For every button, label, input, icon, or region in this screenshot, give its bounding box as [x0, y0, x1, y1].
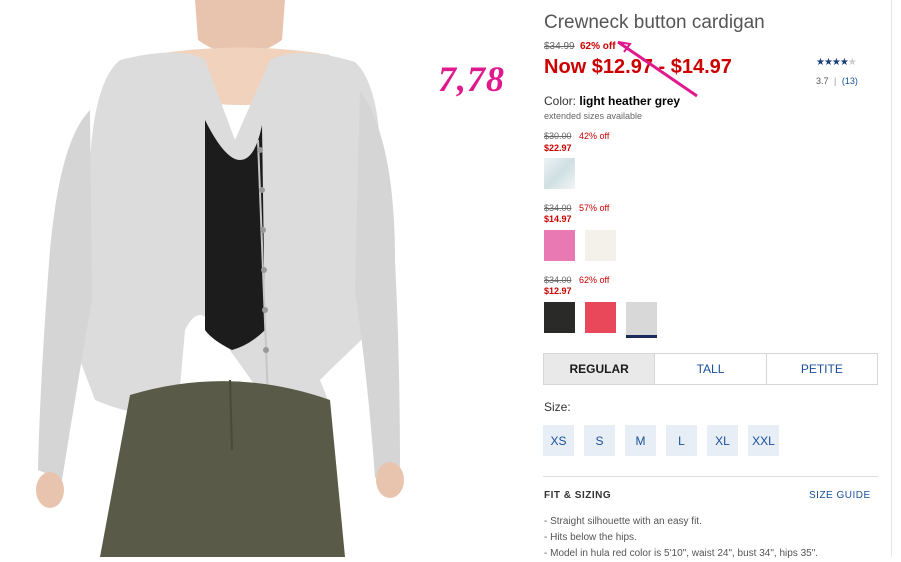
- size-button-xxl[interactable]: XXL: [748, 425, 779, 456]
- tab-regular[interactable]: REGULAR: [544, 354, 656, 384]
- section-divider: [543, 476, 878, 477]
- fit-sizing-heading[interactable]: FIT & SIZING: [544, 490, 611, 501]
- group-original-price: $34.00: [544, 275, 572, 285]
- discount-percent: 62% off: [580, 41, 616, 52]
- size-button-s[interactable]: S: [584, 425, 615, 456]
- extended-sizes-note: extended sizes available: [544, 111, 643, 121]
- star-rating[interactable]: ★★★★★: [816, 57, 857, 68]
- tab-petite[interactable]: PETITE: [767, 354, 877, 384]
- size-guide-link[interactable]: SIZE GUIDE: [809, 490, 871, 501]
- group-original-price: $30.00: [544, 131, 572, 141]
- selected-color-name: light heather grey: [579, 94, 681, 108]
- product-details-panel: Crewneck button cardigan $34.99 62% off …: [530, 0, 892, 559]
- size-options: XS S M L XL XXL: [543, 425, 779, 456]
- color-swatch[interactable]: [544, 302, 575, 333]
- size-button-l[interactable]: L: [666, 425, 697, 456]
- review-count-link[interactable]: (13): [842, 76, 858, 86]
- size-button-m[interactable]: M: [625, 425, 656, 456]
- size-button-xs[interactable]: XS: [543, 425, 574, 456]
- color-selection: Color: light heather grey: [544, 94, 680, 108]
- sale-price: Now $12.97 - $14.97: [544, 56, 732, 78]
- group-discount: 42% off: [579, 131, 610, 141]
- group-discount: 57% off: [579, 203, 610, 213]
- color-swatch[interactable]: [544, 230, 575, 261]
- handwritten-annotation: 7,78: [438, 59, 505, 99]
- list-item: - Straight silhouette with an easy fit.: [544, 516, 702, 527]
- group-sale-price: $22.97: [544, 143, 572, 153]
- group-original-price: $34.00: [544, 203, 572, 213]
- rating-separator: |: [834, 76, 837, 86]
- list-item: - Hits below the hips.: [544, 532, 637, 543]
- color-swatch[interactable]: [585, 302, 616, 333]
- group-discount: 62% off: [579, 275, 610, 285]
- tab-tall[interactable]: TALL: [655, 354, 767, 384]
- list-item: - Model in hula red color is 5'10", wais…: [544, 548, 819, 559]
- size-label: Size:: [544, 400, 571, 414]
- star-empty-icon: ★: [847, 57, 857, 68]
- original-price: $34.99: [544, 41, 575, 52]
- color-swatch[interactable]: [544, 158, 575, 189]
- rating-value: 3.7: [816, 76, 829, 86]
- size-button-xl[interactable]: XL: [707, 425, 738, 456]
- group-sale-price: $12.97: [544, 286, 572, 296]
- color-swatch-selected[interactable]: [626, 302, 657, 338]
- rating-summary: 3.7 | (13): [816, 76, 858, 86]
- group-sale-price: $14.97: [544, 214, 572, 224]
- fit-details-list: - Straight silhouette with an easy fit. …: [544, 514, 884, 562]
- color-swatch[interactable]: [585, 230, 616, 261]
- star-icon: ★★★★: [816, 57, 849, 68]
- color-label: Color:: [544, 94, 577, 108]
- fit-tabs: REGULAR TALL PETITE: [543, 353, 878, 385]
- product-title: Crewneck button cardigan: [544, 12, 765, 33]
